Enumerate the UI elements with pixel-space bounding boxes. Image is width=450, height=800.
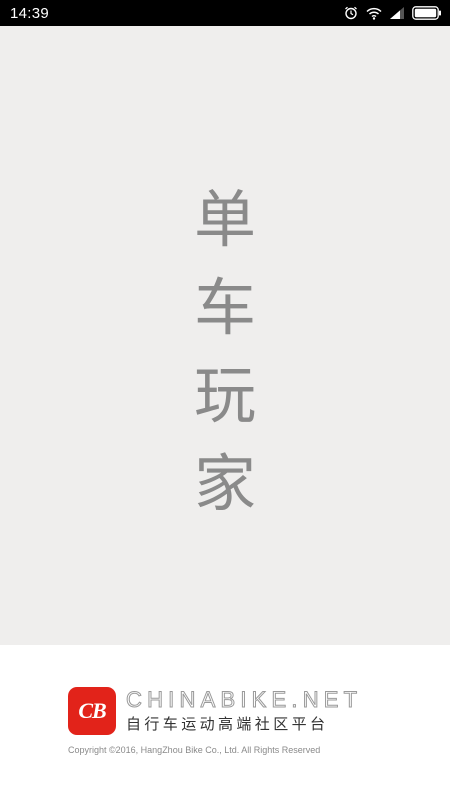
title-char: 车 [193,271,256,344]
footer: CB CHINABIKE.NET 自行车运动高端社区平台 Copyright ©… [0,645,450,800]
brand-name: CHINABIKE.NET [125,687,363,712]
splash-area: 单 车 玩 家 [0,26,450,645]
status-bar: 14:39 [0,0,450,26]
brand-slogan: 自行车运动高端社区平台 [126,715,329,733]
copyright-text: Copyright ©2016, HangZhou Bike Co., Ltd.… [68,745,321,755]
status-icons [344,6,442,20]
brand-row: CB CHINABIKE.NET 自行车运动高端社区平台 [68,687,362,735]
chinabike-logo: CB [68,687,116,735]
signal-icon [390,7,404,19]
title-char: 单 [193,183,256,256]
app-title: 单 车 玩 家 [0,176,450,528]
brand-text: CHINABIKE.NET 自行车运动高端社区平台 [125,687,363,734]
alarm-icon [344,6,358,20]
title-char: 家 [193,447,256,520]
battery-icon [412,6,442,20]
status-time: 14:39 [10,4,50,22]
wifi-icon [366,7,382,20]
title-char: 玩 [193,359,256,432]
